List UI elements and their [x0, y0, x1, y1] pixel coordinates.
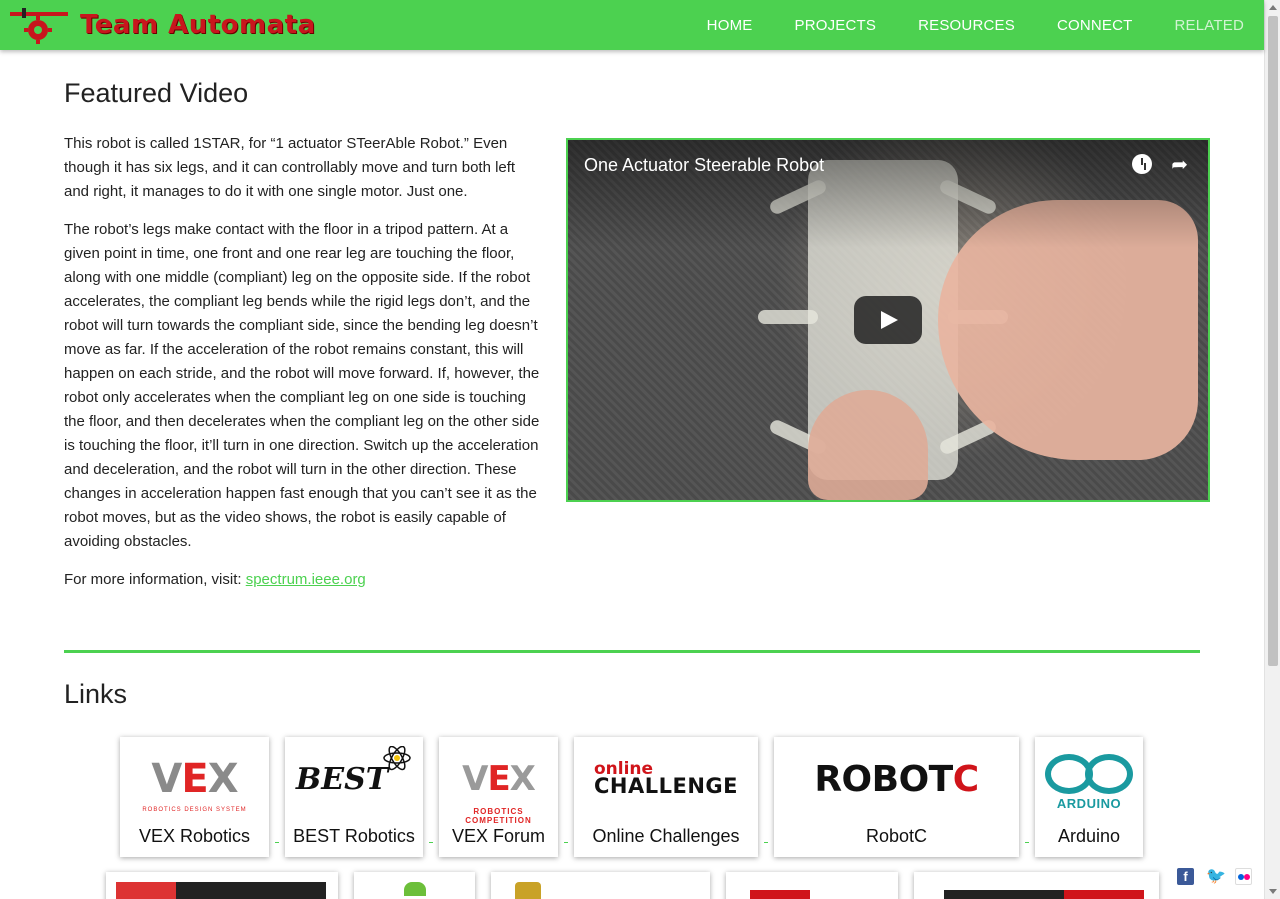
- video-player[interactable]: One Actuator Steerable Robot ➦: [566, 138, 1210, 502]
- twitter-icon[interactable]: 🐦: [1206, 868, 1226, 885]
- more-info: For more information, visit: spectrum.ie…: [64, 571, 366, 588]
- atom-icon: [383, 746, 411, 771]
- link-card[interactable]: [914, 872, 1159, 899]
- vex-competition-logo: VEX ROBOTICS COMPETITION: [462, 759, 536, 825]
- more-info-link[interactable]: spectrum.ieee.org: [246, 571, 366, 588]
- nav-connect[interactable]: CONNECT: [1057, 17, 1133, 34]
- featured-article: One Actuator Steerable Robot ➦ This robo…: [64, 132, 1210, 606]
- online-challenge-logo: online CHALLENGE: [593, 758, 738, 799]
- page-scrollbar[interactable]: [1264, 0, 1280, 899]
- site-name: Team Automata: [80, 10, 316, 40]
- link-card-label: VEX Forum: [451, 826, 546, 846]
- link-card-robotc[interactable]: ROBOTC RobotC: [774, 737, 1019, 857]
- nav-related[interactable]: RELATED: [1175, 17, 1244, 34]
- raspberry-pi-icon: [404, 882, 426, 896]
- link-card-best-robotics[interactable]: BEST BEST Robotics: [285, 737, 423, 857]
- link-card-vex-robotics[interactable]: VEX ROBOTICS DESIGN SYSTEM VEX Robotics: [120, 737, 269, 857]
- robot-icon: [515, 882, 541, 899]
- scroll-up-arrow[interactable]: [1269, 5, 1277, 10]
- play-button[interactable]: [854, 296, 922, 344]
- arduino-logo: ARDUINO: [1035, 749, 1143, 811]
- link-card-online-challenges[interactable]: online CHALLENGE Online Challenges: [574, 737, 758, 857]
- link-card-label: BEST Robotics: [293, 826, 415, 846]
- nav-projects[interactable]: PROJECTS: [794, 17, 876, 34]
- nav-resources[interactable]: RESOURCES: [918, 17, 1015, 34]
- video-title[interactable]: One Actuator Steerable Robot: [584, 153, 824, 177]
- link-card-label: Online Challenges: [592, 826, 740, 846]
- nav-home[interactable]: HOME: [707, 17, 753, 34]
- watch-later-icon[interactable]: [1132, 154, 1152, 174]
- scroll-thumb[interactable]: [1268, 16, 1278, 666]
- site-header: Team Automata HOME PROJECTS RESOURCES CO…: [0, 0, 1264, 50]
- share-icon[interactable]: ➦: [1171, 153, 1188, 177]
- links-heading: Links: [64, 679, 128, 709]
- robotc-logo: ROBOTC: [814, 758, 979, 800]
- link-card-arduino[interactable]: ARDUINO Arduino: [1035, 737, 1143, 857]
- site-logo[interactable]: Team Automata: [8, 6, 316, 44]
- link-card[interactable]: [354, 872, 475, 899]
- social-links: f 🐦: [1165, 868, 1252, 885]
- link-card[interactable]: [726, 872, 898, 899]
- best-logo: BEST: [285, 746, 423, 809]
- facebook-icon[interactable]: f: [1177, 868, 1194, 885]
- link-card[interactable]: [491, 872, 710, 899]
- flickr-icon[interactable]: [1235, 868, 1252, 885]
- vex-logo: VEX ROBOTICS DESIGN SYSTEM: [142, 756, 247, 813]
- scroll-down-arrow[interactable]: [1269, 889, 1277, 894]
- link-card-label: VEX Robotics: [138, 826, 251, 846]
- main-nav: HOME PROJECTS RESOURCES CONNECT RELATED: [665, 0, 1244, 50]
- links-row: VEX ROBOTICS DESIGN SYSTEM VEX Robotics …: [120, 737, 1159, 857]
- section-divider: [64, 650, 1200, 653]
- featured-video-heading: Featured Video: [64, 78, 249, 108]
- gear-robot-icon: [8, 6, 72, 44]
- link-card-label: RobotC: [865, 826, 928, 846]
- links-row-2: [106, 872, 1175, 899]
- link-card[interactable]: [106, 872, 338, 899]
- link-card-label: Arduino: [1057, 826, 1121, 846]
- link-card-vex-forum[interactable]: VEX ROBOTICS COMPETITION VEX Forum: [439, 737, 558, 857]
